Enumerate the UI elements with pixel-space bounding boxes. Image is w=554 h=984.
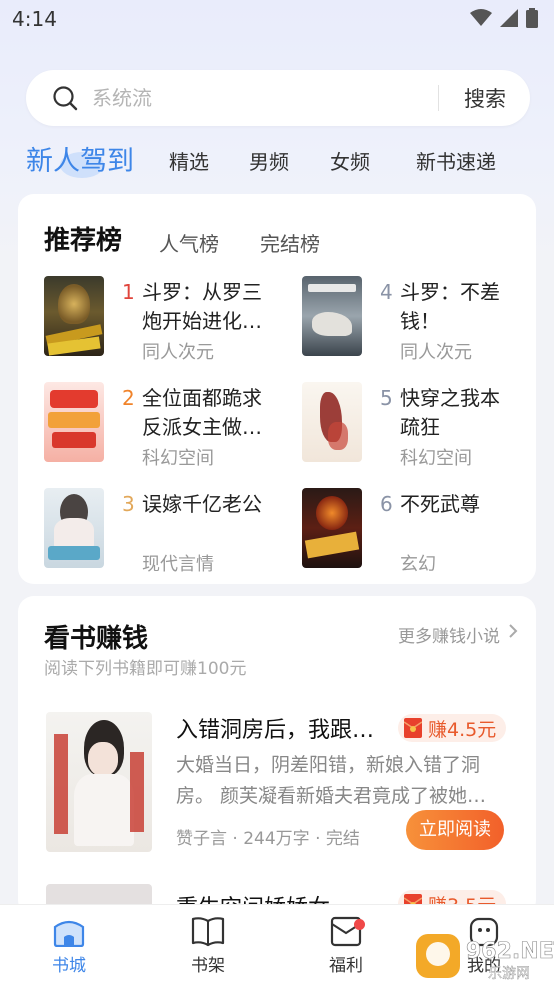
book-cover bbox=[302, 488, 362, 568]
notification-dot bbox=[354, 919, 365, 930]
battery-icon bbox=[526, 8, 538, 28]
nav-bookstore[interactable]: 书城 bbox=[29, 915, 109, 981]
category-tabs: 新人驾到 精选 男频 女频 新书速递 bbox=[0, 136, 554, 182]
rank-category: 科幻空间 bbox=[142, 448, 214, 469]
watermark-text: 962.NET bbox=[466, 939, 554, 964]
book-cover bbox=[44, 488, 104, 568]
section-subtitle: 阅读下列书籍即可赚100元 bbox=[44, 659, 247, 679]
rank-category: 现代言情 bbox=[142, 554, 214, 575]
rank-item[interactable]: 2 全位面都跪求 反派女主做… 科幻空间 bbox=[44, 382, 284, 470]
book-description: 大婚当日，阴差阳错，新娘入错了洞房。 颜芙凝看新婚夫君竟成了被她… bbox=[176, 754, 487, 807]
reward-text: 赚4.5元 bbox=[428, 718, 497, 741]
rank-title: 斗罗：不差 钱！ bbox=[400, 280, 500, 333]
search-button[interactable]: 搜索 bbox=[464, 83, 506, 113]
status-bar: 4:14 bbox=[0, 0, 554, 40]
rank-category: 同人次元 bbox=[400, 342, 472, 363]
rank-title: 快穿之我本 疏狂 bbox=[400, 386, 500, 439]
tab-new-books[interactable]: 新书速递 bbox=[416, 146, 496, 175]
book-cover bbox=[302, 382, 362, 462]
rank-item[interactable]: 4 斗罗：不差 钱！ 同人次元 bbox=[302, 276, 542, 364]
rank-title: 全位面都跪求 反派女主做… bbox=[142, 386, 262, 439]
rank-category: 科幻空间 bbox=[400, 448, 472, 469]
search-icon bbox=[53, 86, 78, 111]
chevron-right-icon[interactable] bbox=[508, 622, 518, 640]
earn-book-item[interactable]: 入错洞房后，我跟… 赚4.5元 大婚当日，阴差阳错，新娘入错了洞房。 颜芙凝看新… bbox=[46, 712, 522, 872]
nav-welfare[interactable]: 福利 bbox=[306, 915, 386, 981]
wifi-icon bbox=[470, 9, 492, 26]
status-time: 4:14 bbox=[12, 7, 57, 31]
book-meta: 赞子言 · 244万字 · 完结 bbox=[176, 829, 360, 849]
read-now-button[interactable]: 立即阅读 bbox=[406, 810, 504, 850]
nav-label: 福利 bbox=[329, 956, 363, 976]
bookstore-icon bbox=[53, 920, 85, 947]
book-cover bbox=[44, 276, 104, 356]
rank-number: 3 bbox=[122, 492, 135, 516]
book-cover bbox=[44, 382, 104, 462]
rank-item[interactable]: 5 快穿之我本 疏狂 科幻空间 bbox=[302, 382, 542, 470]
rank-number: 2 bbox=[122, 386, 135, 410]
ranking-card: 推荐榜 人气榜 完结榜 1 斗罗：从罗三 炮开始进化… 同人次元 2 全位面都跪求… bbox=[18, 194, 536, 584]
rank-title: 斗罗：从罗三 炮开始进化… bbox=[142, 280, 262, 333]
nav-bookshelf[interactable]: 书架 bbox=[168, 915, 248, 981]
rank-number: 4 bbox=[380, 280, 393, 304]
tab-completed[interactable]: 完结榜 bbox=[260, 228, 320, 257]
red-envelope-icon bbox=[404, 718, 422, 738]
nav-label: 书架 bbox=[191, 956, 225, 976]
book-title: 入错洞房后，我跟… bbox=[176, 718, 375, 743]
search-divider bbox=[438, 85, 439, 111]
tab-newcomer[interactable]: 新人驾到 bbox=[26, 139, 134, 178]
tab-recommended[interactable]: 推荐榜 bbox=[44, 220, 122, 257]
section-title: 看书赚钱 bbox=[44, 624, 149, 654]
book-cover bbox=[46, 712, 152, 852]
bookshelf-icon bbox=[191, 917, 225, 947]
tab-featured[interactable]: 精选 bbox=[169, 146, 209, 175]
tab-female[interactable]: 女频 bbox=[330, 146, 370, 175]
rank-item[interactable]: 3 误嫁千亿老公 现代言情 bbox=[44, 488, 284, 576]
nav-label: 书城 bbox=[52, 956, 86, 976]
tab-popular[interactable]: 人气榜 bbox=[159, 228, 219, 257]
tab-male[interactable]: 男频 bbox=[249, 146, 289, 175]
watermark-subtext: 乐游网 bbox=[488, 966, 530, 982]
rank-title: 误嫁千亿老公 bbox=[142, 492, 262, 516]
cell-signal-icon bbox=[500, 9, 518, 27]
more-earn-link[interactable]: 更多赚钱小说 bbox=[398, 622, 500, 647]
search-input[interactable] bbox=[92, 82, 422, 114]
rank-category: 玄幻 bbox=[400, 554, 436, 575]
watermark-icon: 962.NET 乐游网 bbox=[416, 934, 554, 982]
watermark-logo: 962.NET 乐游网 bbox=[414, 930, 554, 984]
reward-badge: 赚4.5元 bbox=[398, 714, 507, 742]
book-cover bbox=[302, 276, 362, 356]
earn-money-card: 看书赚钱 更多赚钱小说 阅读下列书籍即可赚100元 入错洞房后，我跟… 赚4.5… bbox=[18, 596, 536, 924]
status-icons bbox=[470, 8, 538, 28]
search-bar: 搜索 bbox=[26, 70, 530, 126]
rank-item[interactable]: 1 斗罗：从罗三 炮开始进化… 同人次元 bbox=[44, 276, 284, 364]
rank-title: 不死武尊 bbox=[400, 492, 480, 516]
rank-item[interactable]: 6 不死武尊 玄幻 bbox=[302, 488, 542, 576]
rank-category: 同人次元 bbox=[142, 342, 214, 363]
rank-number: 1 bbox=[122, 280, 135, 304]
rank-number: 5 bbox=[380, 386, 393, 410]
rank-number: 6 bbox=[380, 492, 393, 516]
